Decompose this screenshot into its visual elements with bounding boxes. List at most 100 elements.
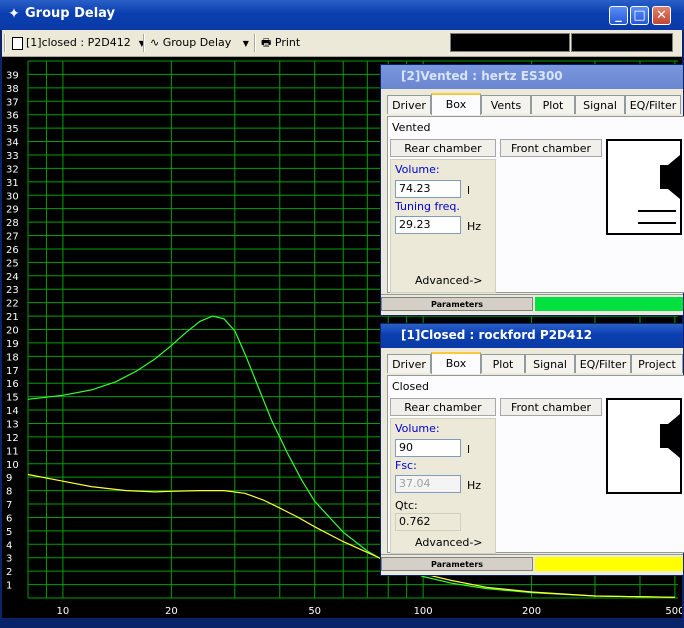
advanced-button[interactable]: Advanced-> [415, 536, 483, 549]
y-tick-label: 18 [6, 352, 19, 363]
y-tick-label: 27 [6, 232, 19, 243]
window-bottom-border [0, 618, 684, 628]
y-tick-label: 17 [6, 366, 19, 377]
y-tick-label: 35 [6, 124, 19, 135]
closed-status-bar: Parameters [381, 554, 683, 575]
x-tick-label: 500 [665, 606, 682, 617]
y-tick-label: 10 [6, 460, 19, 471]
box-type-label: Vented [392, 121, 431, 134]
minimize-button[interactable]: _ [609, 6, 628, 25]
x-tick-label: 200 [522, 606, 541, 617]
tab-vents[interactable]: Vents [481, 95, 531, 114]
toolbar: [1]closed : P2D412 ▼ ∿ Group Delay ▼ 🖶 Pr… [2, 30, 682, 57]
volume-input[interactable]: 74.23 [395, 180, 461, 198]
readout-box-1 [450, 33, 570, 52]
x-tick-label: 10 [57, 606, 70, 617]
y-tick-label: 14 [6, 406, 19, 417]
printer-icon: 🖶 [261, 36, 272, 49]
dropdown-arrow-icon: ▼ [242, 39, 249, 48]
fsc-label: Fsc: [395, 459, 417, 472]
closed-box-panel: [1]Closed : rockford P2D412 Driver Box P… [380, 323, 684, 576]
maximize-button[interactable]: □ [630, 6, 649, 25]
parameters-status-bar [535, 557, 683, 571]
tab-project[interactable]: Project [631, 354, 683, 373]
volume-label: Volume: [395, 163, 440, 176]
y-tick-label: 34 [6, 138, 19, 149]
y-tick-label: 22 [6, 299, 19, 310]
fsc-input: 37.04 [395, 475, 461, 493]
qtc-label: Qtc: [395, 499, 418, 512]
x-tick-label: 100 [414, 606, 433, 617]
tuning-label: Tuning freq. [395, 200, 460, 213]
volume-unit: l [467, 443, 471, 456]
y-tick-label: 28 [6, 218, 19, 229]
rear-chamber-button[interactable]: Rear chamber [390, 398, 496, 416]
tab-eq-filter[interactable]: EQ/Filter [575, 354, 631, 373]
y-tick-label: 37 [6, 97, 19, 108]
volume-unit: l [467, 184, 471, 197]
vented-status-bar: Parameters [381, 294, 683, 315]
document-icon [12, 36, 23, 50]
y-tick-label: 21 [6, 312, 19, 323]
tab-plot[interactable]: Plot [481, 354, 525, 373]
closed-box-tab-body: Closed Rear chamber Front chamber Volume… [387, 375, 684, 554]
parameters-label: Parameters [381, 557, 533, 571]
vented-panel-titlebar[interactable]: [2]Vented : hertz ES300 [381, 65, 683, 89]
project-selector[interactable]: [1]closed : P2D412 ▼ [12, 33, 145, 53]
tab-box[interactable]: Box [431, 352, 481, 374]
print-button[interactable]: 🖶 Print [261, 33, 300, 53]
y-tick-label: 33 [6, 151, 19, 162]
view-selector[interactable]: ∿ Group Delay ▼ [150, 33, 249, 53]
advanced-button[interactable]: Advanced-> [415, 274, 483, 287]
tab-driver[interactable]: Driver [387, 354, 431, 373]
wave-icon: ∿ [150, 36, 160, 49]
close-button[interactable]: ✕ [652, 6, 671, 25]
toolbar-separator [143, 34, 145, 52]
y-tick-label: 9 [6, 473, 12, 484]
y-tick-label: 5 [6, 527, 12, 538]
y-tick-label: 16 [6, 379, 19, 390]
rear-chamber-button[interactable]: Rear chamber [390, 139, 496, 157]
window-titlebar[interactable]: ✦ Group Delay _ □ ✕ [0, 0, 684, 30]
toolbar-grip [4, 34, 6, 52]
vented-box-diagram [606, 139, 682, 235]
tab-plot[interactable]: Plot [531, 95, 575, 114]
y-tick-label: 24 [6, 272, 19, 283]
crosshair-icon: ✦ [8, 6, 20, 22]
closed-panel-titlebar[interactable]: [1]Closed : rockford P2D412 [381, 324, 683, 348]
y-tick-label: 23 [6, 285, 19, 296]
front-chamber-button[interactable]: Front chamber [500, 139, 602, 157]
tab-signal[interactable]: Signal [525, 354, 575, 373]
front-chamber-button[interactable]: Front chamber [500, 398, 602, 416]
y-tick-label: 11 [6, 446, 19, 457]
y-tick-label: 4 [6, 540, 12, 551]
y-tick-label: 36 [6, 111, 19, 122]
tab-signal[interactable]: Signal [575, 95, 625, 114]
y-tick-label: 6 [6, 513, 12, 524]
y-tick-label: 30 [6, 191, 19, 202]
vented-box-panel: [2]Vented : hertz ES300 Driver Box Vents… [380, 64, 684, 316]
tuning-unit: Hz [467, 220, 482, 233]
vented-panel-tabs: Driver Box Vents Plot Signal EQ/Filter [387, 93, 683, 116]
box-type-label: Closed [392, 380, 429, 393]
y-tick-label: 2 [6, 567, 12, 578]
tab-eq-filter[interactable]: EQ/Filter [625, 95, 681, 114]
y-tick-label: 7 [6, 500, 12, 511]
window-title: Group Delay [25, 6, 116, 21]
volume-input[interactable]: 90 [395, 439, 461, 457]
closed-params-group: Volume: 90 l Fsc: 37.04 Hz Qtc: 0.762 Ad… [390, 418, 496, 554]
qtc-value: 0.762 [395, 513, 461, 531]
y-tick-label: 25 [6, 258, 19, 269]
parameters-label: Parameters [381, 297, 533, 311]
tuning-input[interactable]: 29.23 [395, 216, 461, 234]
y-tick-label: 29 [6, 205, 19, 216]
toolbar-separator [254, 34, 256, 52]
y-tick-label: 32 [6, 164, 19, 175]
y-tick-label: 15 [6, 393, 19, 404]
y-tick-label: 20 [6, 326, 19, 337]
tab-driver[interactable]: Driver [387, 95, 431, 114]
vented-box-tab-body: Vented Rear chamber Front chamber Volume… [387, 116, 684, 293]
tab-box[interactable]: Box [431, 93, 481, 115]
speaker-icon [660, 414, 680, 458]
fsc-unit: Hz [467, 479, 482, 492]
